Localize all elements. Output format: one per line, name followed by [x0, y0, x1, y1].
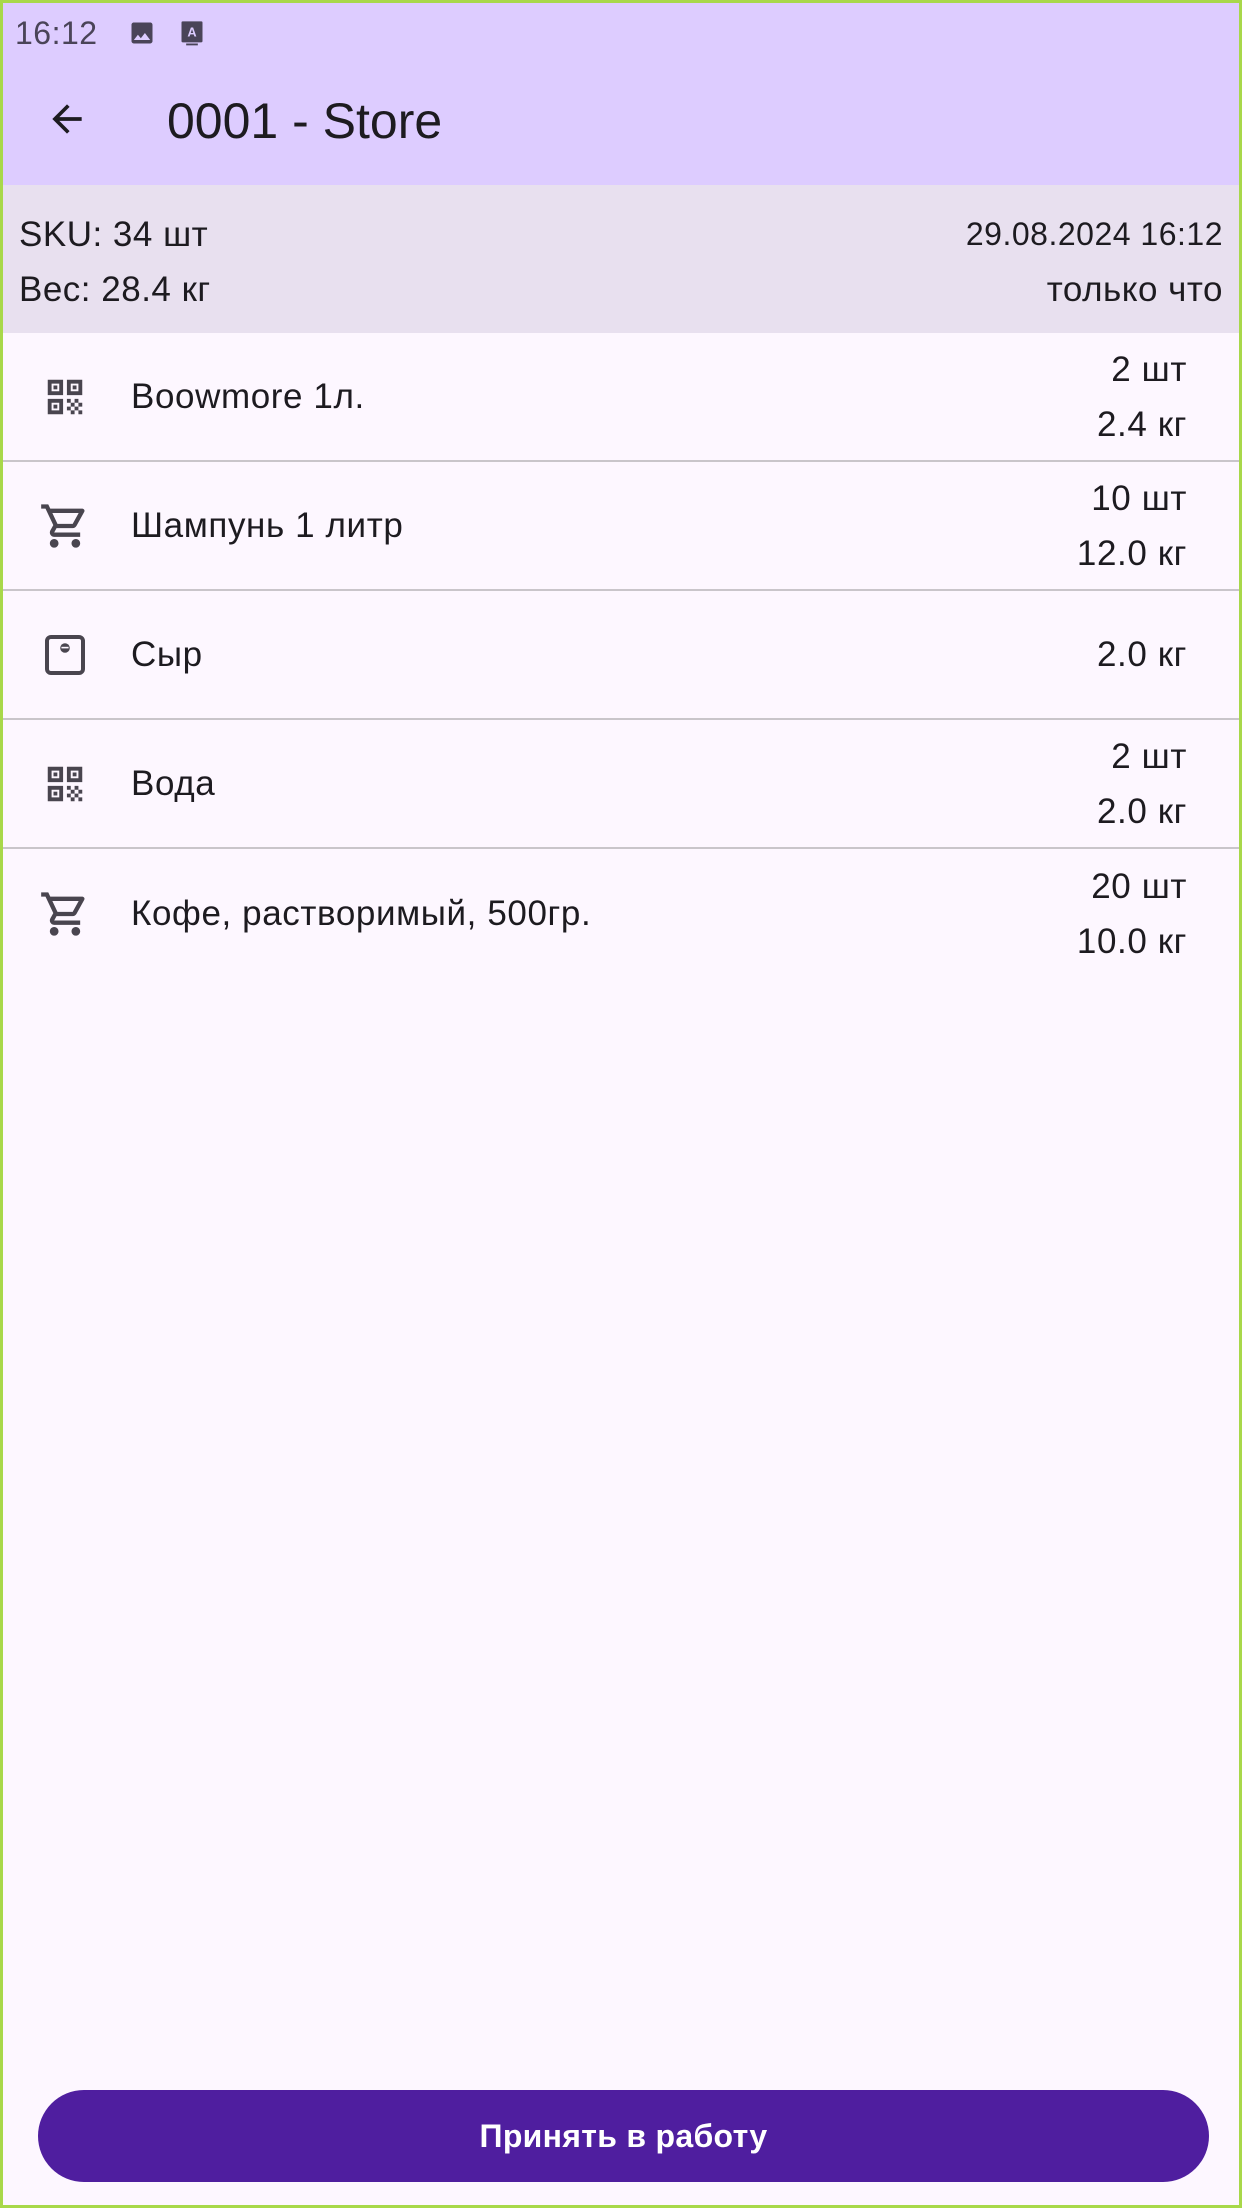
item-name: Вода [131, 763, 216, 803]
cart-icon [37, 498, 93, 554]
item-weight: 12.0 кг [1076, 533, 1187, 573]
list-item[interactable]: Шампунь 1 литр 10 шт 12.0 кг [3, 462, 1239, 591]
item-weight: 2.0 кг [1096, 635, 1187, 674]
qr-code-icon [37, 756, 93, 812]
keyboard-a-icon: A [178, 19, 206, 47]
svg-text:A: A [187, 25, 196, 40]
page-title: 0001 - Store [167, 93, 443, 149]
relative-time: только что [1046, 270, 1223, 309]
item-quantity: 20 шт [1091, 866, 1187, 906]
list-item[interactable]: Сыр 2.0 кг [3, 591, 1239, 720]
summary-panel: SKU: 34 шт Вес: 28.4 кг 29.08.2024 16:12… [3, 185, 1239, 333]
arrow-back-icon [45, 97, 89, 146]
item-quantity: 10 шт [1091, 478, 1187, 518]
item-quantity: 2 шт [1111, 736, 1187, 776]
scale-icon [37, 627, 93, 683]
sku-count: SKU: 34 шт [19, 215, 209, 254]
order-date: 29.08.2024 16:12 [965, 216, 1223, 252]
item-name: Шампунь 1 литр [131, 505, 404, 545]
item-weight: 10.0 кг [1076, 921, 1187, 961]
total-weight: Вес: 28.4 кг [19, 270, 211, 309]
list-item[interactable]: Boowmore 1л. 2 шт 2.4 кг [3, 333, 1239, 462]
qr-code-icon [37, 369, 93, 425]
top-bar: 16:12 A 0001 - Store [3, 3, 1239, 185]
screen: 16:12 A 0001 - Store SKU: 34 шт Вес: 28.… [0, 0, 1242, 2208]
item-name: Кофе, растворимый, 500гр. [131, 893, 592, 933]
accept-button[interactable]: Принять в работу [38, 2090, 1209, 2182]
item-weight: 2.4 кг [1096, 404, 1187, 444]
cart-icon [37, 886, 93, 942]
item-quantity: 2 шт [1111, 349, 1187, 389]
item-weight: 2.0 кг [1096, 791, 1187, 831]
status-time: 16:12 [15, 14, 98, 51]
items-list: Boowmore 1л. 2 шт 2.4 кг Шампунь 1 литр … [3, 333, 1239, 978]
back-button[interactable] [35, 89, 99, 153]
status-bar: 16:12 A [15, 11, 206, 55]
item-name: Boowmore 1л. [131, 376, 365, 416]
image-icon [128, 19, 156, 47]
list-item[interactable]: Вода 2 шт 2.0 кг [3, 720, 1239, 849]
app-bar: 0001 - Store [3, 61, 1239, 181]
list-item[interactable]: Кофе, растворимый, 500гр. 20 шт 10.0 кг [3, 849, 1239, 978]
item-name: Сыр [131, 634, 203, 674]
